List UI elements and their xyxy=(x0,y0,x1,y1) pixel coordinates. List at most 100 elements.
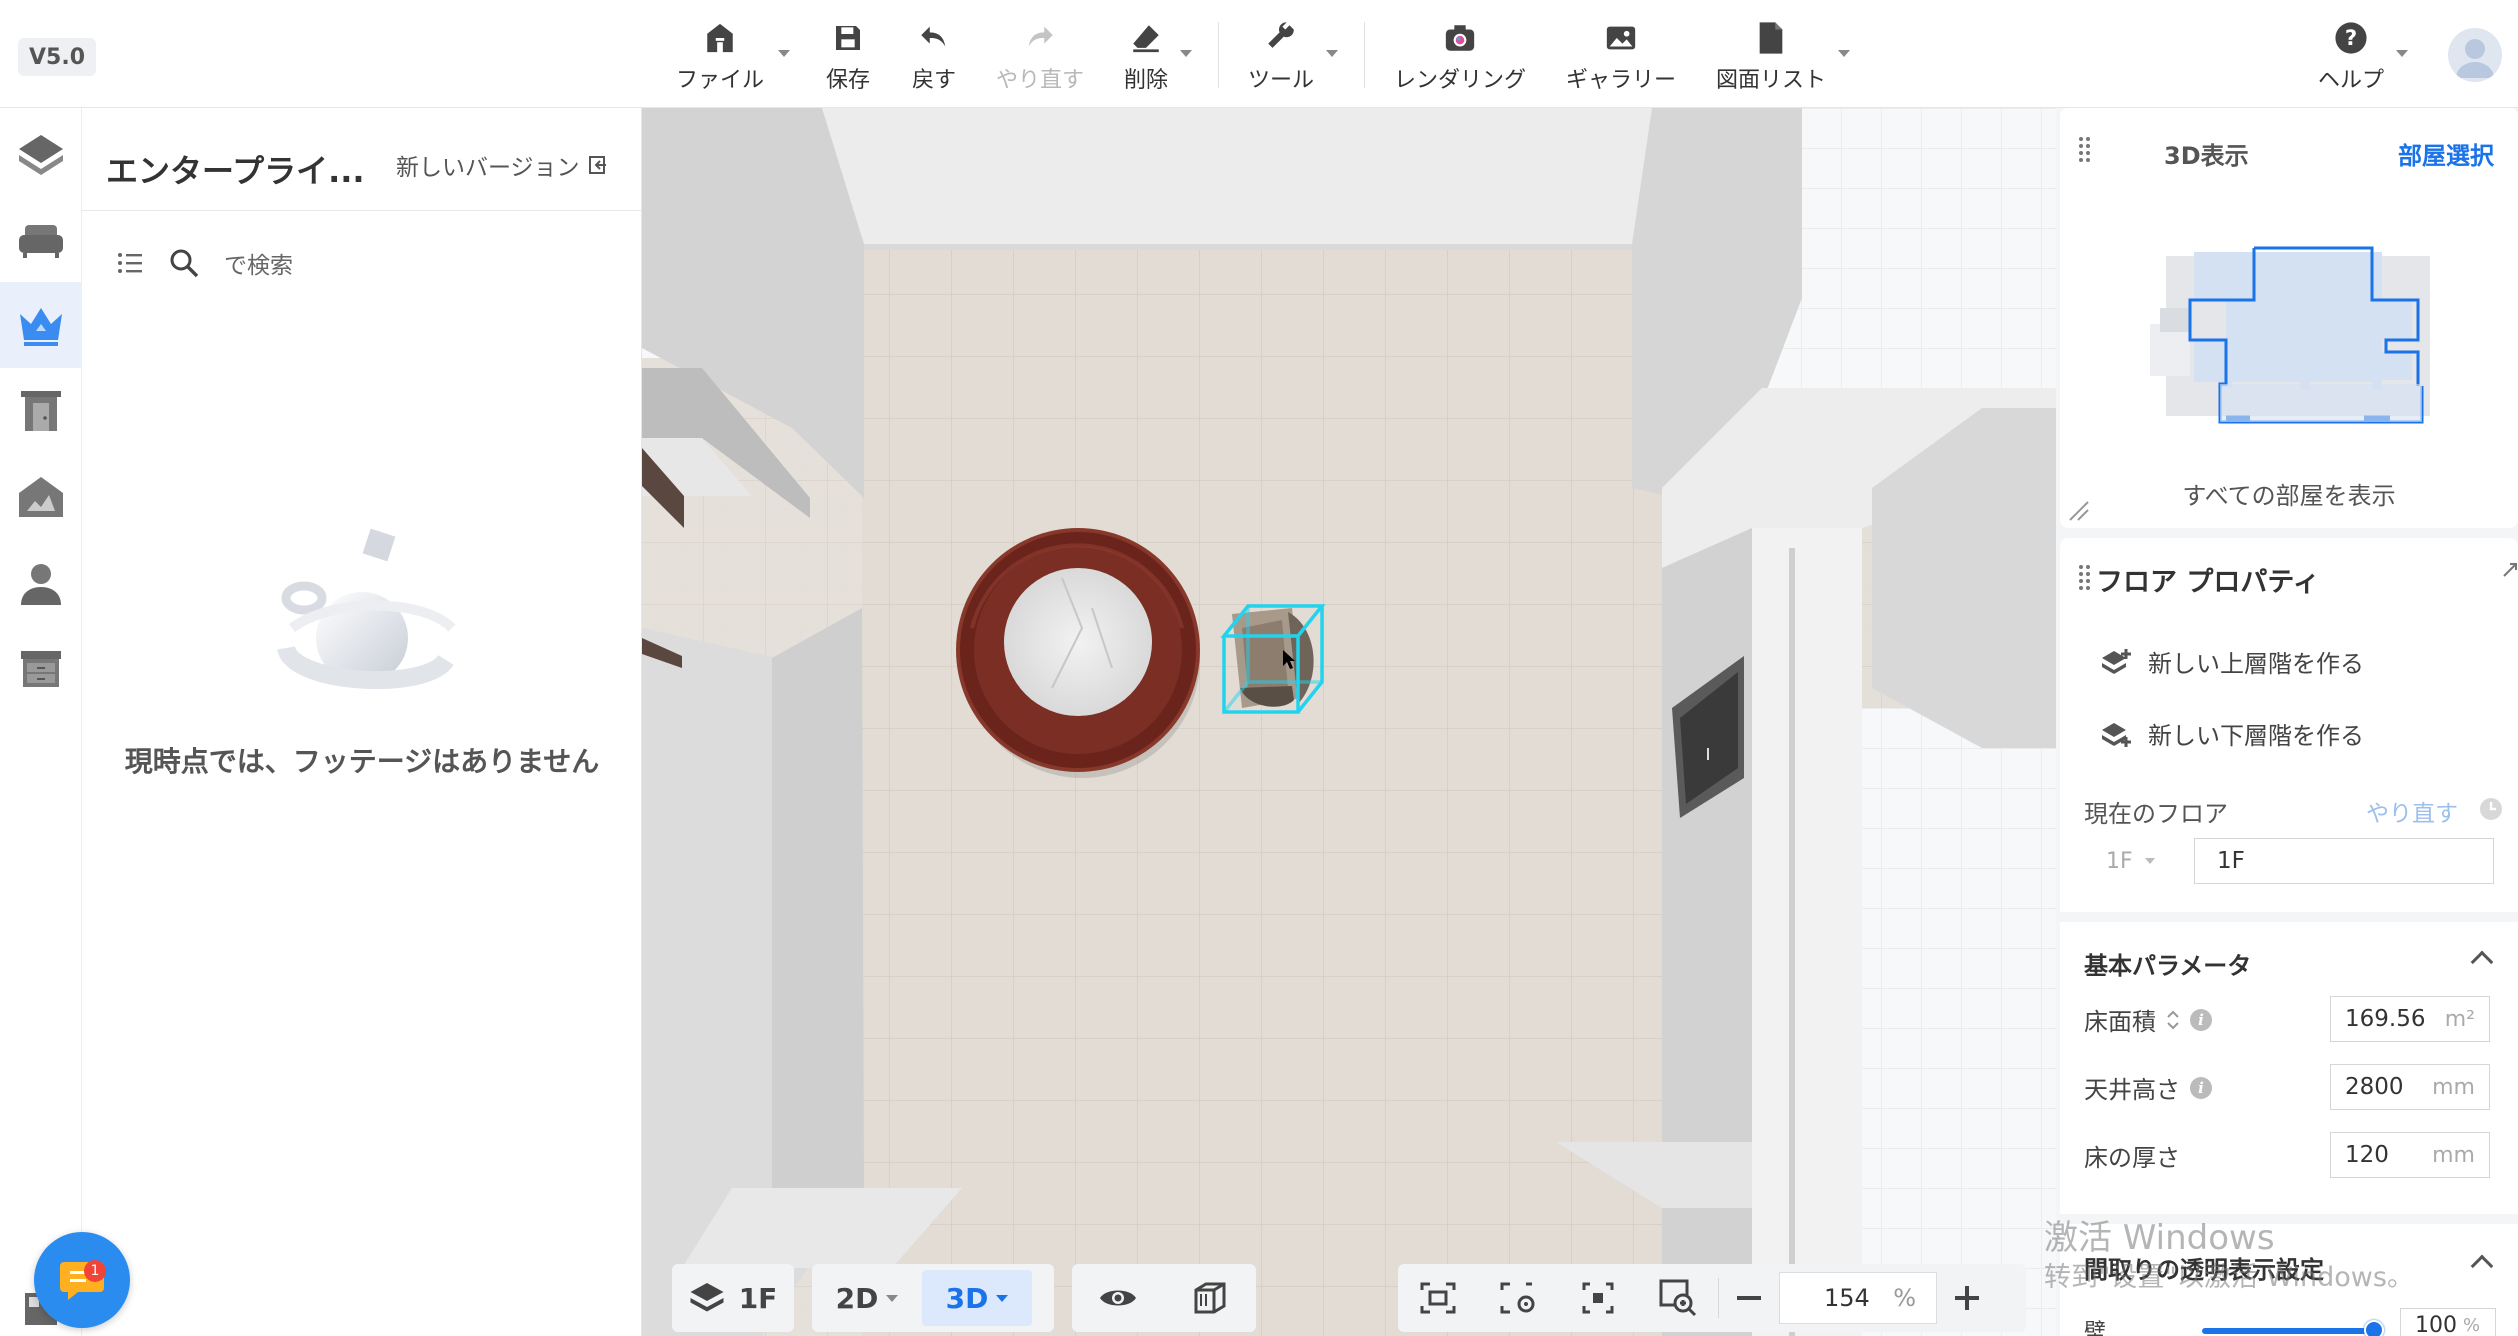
help-button[interactable]: ? ヘルプ xyxy=(2318,18,2384,94)
floor-properties-card: フロア プロパティ 新しい上層階を作る 新しい下層階を作る 現在のフロア やり直… xyxy=(2060,538,2518,1336)
drawing-list-button[interactable]: 図面リスト xyxy=(1716,18,1826,94)
chat-support-button[interactable] xyxy=(34,1232,130,1328)
collapse-basic-params-icon[interactable] xyxy=(2470,950,2494,974)
person-icon xyxy=(21,564,61,605)
floor-switcher[interactable]: 1F xyxy=(672,1264,794,1332)
fit-view-button[interactable] xyxy=(1398,1264,1478,1332)
file-menu-button[interactable]: ファイル xyxy=(676,18,764,94)
notification-badge: 1 xyxy=(84,1260,106,1282)
basic-params-title: 基本パラメータ xyxy=(2084,952,2252,980)
rail-enterprise[interactable] xyxy=(0,282,82,368)
add-upper-floor-icon xyxy=(2102,648,2131,674)
floor-thickness-label: 床の厚さ xyxy=(2084,1144,2180,1172)
view-mode-switcher: 2D 3D xyxy=(812,1264,1054,1332)
3d-viewport[interactable]: 1F 2D 3D 154 % xyxy=(642,108,2056,1336)
current-floor-label: 現在のフロア xyxy=(2084,800,2228,828)
layers-icon xyxy=(690,1283,724,1312)
section-divider xyxy=(2060,912,2518,922)
floor-area-input[interactable]: 169.56 m² xyxy=(2330,996,2490,1042)
zoom-in-button[interactable] xyxy=(1937,1264,1997,1332)
new-upper-floor-button[interactable]: 新しい上層階を作る xyxy=(2100,644,2364,679)
right-panel: 3D表示 部屋選択 すべての部屋を表示 フロア プロパティ 新しい上層階を作る … xyxy=(2056,108,2518,1336)
user-avatar[interactable] xyxy=(2448,28,2502,82)
top-toolbar: V5.0 ファイル 保存 戻す やり直す 削除 ツール レンダリング ギャラリー… xyxy=(0,0,2518,108)
rail-floor-plan[interactable] xyxy=(0,110,82,196)
zoom-input[interactable]: 154 % xyxy=(1779,1272,1937,1324)
exit-icon xyxy=(588,156,606,174)
save-button[interactable]: 保存 xyxy=(826,18,870,94)
document-icon xyxy=(1751,18,1791,58)
camera-settings-button[interactable] xyxy=(1478,1264,1558,1332)
sofa-icon xyxy=(19,225,63,258)
camera-tools: 154 % xyxy=(1398,1264,2026,1332)
rail-furniture[interactable] xyxy=(0,196,82,282)
info-icon[interactable]: i xyxy=(2190,1076,2212,1099)
cube-icon xyxy=(1194,1282,1226,1314)
model-view-button[interactable] xyxy=(1164,1264,1256,1332)
redo-icon xyxy=(1020,18,1060,58)
search-input[interactable]: で検索 xyxy=(224,246,293,280)
plus-icon xyxy=(1955,1286,1979,1310)
zoom-region-button[interactable] xyxy=(1638,1264,1718,1332)
rail-doors-windows[interactable] xyxy=(0,368,82,454)
zoom-out-button[interactable] xyxy=(1719,1264,1779,1332)
search-bar[interactable]: で検索 xyxy=(116,246,293,280)
info-icon[interactable]: i xyxy=(2190,1008,2212,1031)
gallery-button[interactable]: ギャラリー xyxy=(1566,18,1676,94)
help-dropdown-caret[interactable] xyxy=(2396,50,2408,57)
ceiling-height-input[interactable]: 2800 mm xyxy=(2330,1064,2490,1110)
focus-button[interactable] xyxy=(1558,1264,1638,1332)
collapse-transparency-icon[interactable] xyxy=(2470,1254,2494,1278)
drag-handle-icon[interactable] xyxy=(2078,564,2092,590)
floor-select[interactable]: 1F xyxy=(2084,838,2174,884)
search-icon[interactable] xyxy=(168,247,200,279)
transparency-settings-title: 間取りの透明表示設定 xyxy=(2084,1256,2324,1284)
camera-settings-icon xyxy=(1500,1282,1535,1314)
wall-transparency-slider[interactable] xyxy=(2202,1328,2372,1334)
chevron-down-icon xyxy=(2144,858,2155,864)
image-icon xyxy=(1601,18,1641,58)
mode-3d-button[interactable]: 3D xyxy=(922,1270,1032,1326)
home-file-icon xyxy=(700,18,740,58)
list-icon[interactable] xyxy=(116,249,144,277)
save-icon xyxy=(828,18,868,58)
redo-button[interactable]: やり直す xyxy=(996,18,1084,94)
delete-button[interactable]: 削除 xyxy=(1124,18,1168,94)
undo-button[interactable]: 戻す xyxy=(912,18,956,94)
wall-transparency-input[interactable]: 100 % xyxy=(2400,1308,2496,1336)
file-dropdown-caret[interactable] xyxy=(778,50,790,57)
help-icon: ? xyxy=(2331,18,2371,58)
floor-plan-minimap[interactable] xyxy=(2150,244,2446,444)
rail-character[interactable] xyxy=(0,540,82,626)
add-lower-floor-icon xyxy=(2102,722,2131,747)
room-select-link[interactable]: 部屋選択 xyxy=(2398,136,2494,171)
floor-properties-title: フロア プロパティ xyxy=(2096,567,2320,598)
3d-scene[interactable] xyxy=(642,108,2056,1336)
chevron-down-icon xyxy=(886,1294,899,1302)
section-divider xyxy=(2060,1214,2518,1224)
rendering-button[interactable]: レンダリング xyxy=(1394,18,1526,94)
clock-icon xyxy=(2480,798,2502,820)
current-floor-redo-link[interactable]: やり直す xyxy=(2366,794,2458,828)
new-lower-floor-button[interactable]: 新しい下層階を作る xyxy=(2100,716,2364,751)
expand-icon[interactable] xyxy=(2502,562,2518,578)
show-all-rooms-button[interactable]: すべての部屋を表示 xyxy=(2060,476,2518,511)
visibility-button[interactable] xyxy=(1072,1264,1164,1332)
drawing-list-dropdown-caret[interactable] xyxy=(1838,50,1850,57)
panel-divider xyxy=(82,210,642,211)
sort-icon[interactable] xyxy=(2166,1008,2180,1032)
eraser-icon xyxy=(1126,18,1166,58)
mode-2d-button[interactable]: 2D xyxy=(812,1264,922,1332)
rail-cabinet[interactable] xyxy=(0,626,82,712)
new-version-link[interactable]: 新しいバージョン xyxy=(396,148,608,182)
drag-handle-icon[interactable] xyxy=(2078,136,2092,162)
tools-dropdown-caret[interactable] xyxy=(1326,50,1338,57)
floor-thickness-input[interactable]: 120 mm xyxy=(2330,1132,2490,1178)
rail-terrain[interactable] xyxy=(0,454,82,540)
delete-dropdown-caret[interactable] xyxy=(1180,50,1192,57)
svg-text:?: ? xyxy=(2345,26,2357,51)
tools-menu-button[interactable]: ツール xyxy=(1248,18,1314,94)
wrench-icon xyxy=(1261,18,1301,58)
wall-transparency-slider-handle[interactable] xyxy=(2364,1320,2384,1336)
floor-name-input[interactable]: 1F xyxy=(2194,838,2494,884)
